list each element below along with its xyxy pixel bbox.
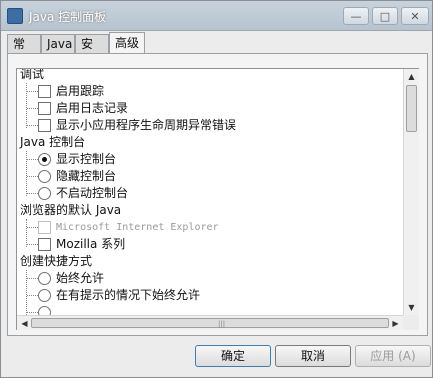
always-allow-label: 始终允许 bbox=[56, 271, 105, 285]
java-control-panel-window: Java 控制面板 — □ ✕ 常规 Java 安全 高级 调试 bbox=[0, 0, 433, 378]
show-applet-exceptions-checkbox[interactable] bbox=[38, 119, 51, 132]
settings-tree-viewport: 调试 启用跟踪 启用日志记录 显示小应用程序生命周期异常错误 Java 控制台 … bbox=[17, 69, 403, 315]
scroll-right-arrow-icon[interactable]: ▶ bbox=[388, 316, 403, 331]
scroll-grip-icon: ||| bbox=[218, 320, 226, 328]
tab-general[interactable]: 常规 bbox=[7, 34, 41, 69]
scroll-up-arrow-icon[interactable]: ▲ bbox=[404, 69, 419, 84]
enable-logging-checkbox[interactable] bbox=[38, 102, 51, 115]
show-console-label: 显示控制台 bbox=[56, 152, 117, 166]
close-icon: ✕ bbox=[410, 9, 420, 23]
horizontal-scrollbar[interactable]: ◀ ||| ▶ bbox=[17, 315, 403, 330]
java-app-icon bbox=[7, 8, 23, 24]
window-title: Java 控制面板 bbox=[29, 10, 107, 24]
ok-button[interactable]: 确定 bbox=[195, 345, 271, 367]
show-applet-exceptions-label: 显示小应用程序生命周期异常错误 bbox=[56, 118, 237, 132]
hide-console-label: 隐藏控制台 bbox=[56, 169, 117, 183]
mozilla-family-label: Mozilla 系列 bbox=[56, 237, 126, 251]
enable-tracing-checkbox[interactable] bbox=[38, 85, 51, 98]
title-bar: Java 控制面板 — □ ✕ bbox=[1, 1, 432, 31]
maximize-button[interactable]: □ bbox=[372, 7, 398, 25]
show-console-radio[interactable] bbox=[38, 153, 51, 166]
create-shortcut-label: 创建快捷方式 bbox=[20, 254, 93, 268]
hide-console-radio[interactable] bbox=[38, 170, 51, 183]
always-allow-radio[interactable] bbox=[38, 272, 51, 285]
enable-tracing-label: 启用跟踪 bbox=[56, 84, 105, 98]
internet-explorer-checkbox[interactable] bbox=[38, 221, 51, 234]
minimize-icon: — bbox=[350, 9, 362, 23]
console-group-label: Java 控制台 bbox=[20, 135, 86, 149]
minimize-button[interactable]: — bbox=[343, 7, 369, 25]
vertical-scrollbar[interactable]: ▲ ▼ bbox=[403, 69, 419, 315]
advanced-panel: 调试 启用跟踪 启用日志记录 显示小应用程序生命周期异常错误 Java 控制台 … bbox=[7, 53, 428, 336]
cancel-button[interactable]: 取消 bbox=[275, 345, 351, 367]
always-allow-with-prompt-radio[interactable] bbox=[38, 289, 51, 302]
horizontal-scroll-thumb[interactable]: ||| bbox=[31, 318, 389, 328]
do-not-start-console-radio[interactable] bbox=[38, 187, 51, 200]
apply-button[interactable]: 应用 (A) bbox=[355, 345, 431, 367]
maximize-icon: □ bbox=[379, 9, 391, 23]
scrollbar-corner bbox=[403, 315, 419, 330]
vertical-scroll-thumb[interactable] bbox=[406, 85, 417, 132]
debug-group-label: 调试 bbox=[20, 69, 45, 81]
tab-security[interactable]: 安全 bbox=[75, 34, 109, 69]
internet-explorer-label: Microsoft Internet Explorer bbox=[56, 222, 219, 233]
always-allow-with-prompt-label: 在有提示的情况下始终允许 bbox=[56, 288, 201, 302]
do-not-start-console-label: 不启动控制台 bbox=[56, 186, 129, 200]
mozilla-family-checkbox[interactable] bbox=[38, 238, 51, 251]
default-browser-java-label: 浏览器的默认 Java bbox=[20, 203, 122, 217]
enable-logging-label: 启用日志记录 bbox=[56, 101, 129, 115]
scroll-left-arrow-icon[interactable]: ◀ bbox=[17, 316, 32, 331]
close-button[interactable]: ✕ bbox=[401, 7, 429, 25]
partially-hidden-radio[interactable] bbox=[38, 306, 51, 315]
scroll-down-arrow-icon[interactable]: ▼ bbox=[404, 300, 419, 315]
tab-advanced[interactable]: 高级 bbox=[109, 32, 145, 54]
settings-tree: 调试 启用跟踪 启用日志记录 显示小应用程序生命周期异常错误 Java 控制台 … bbox=[16, 68, 419, 330]
tab-java[interactable]: Java bbox=[41, 34, 75, 54]
